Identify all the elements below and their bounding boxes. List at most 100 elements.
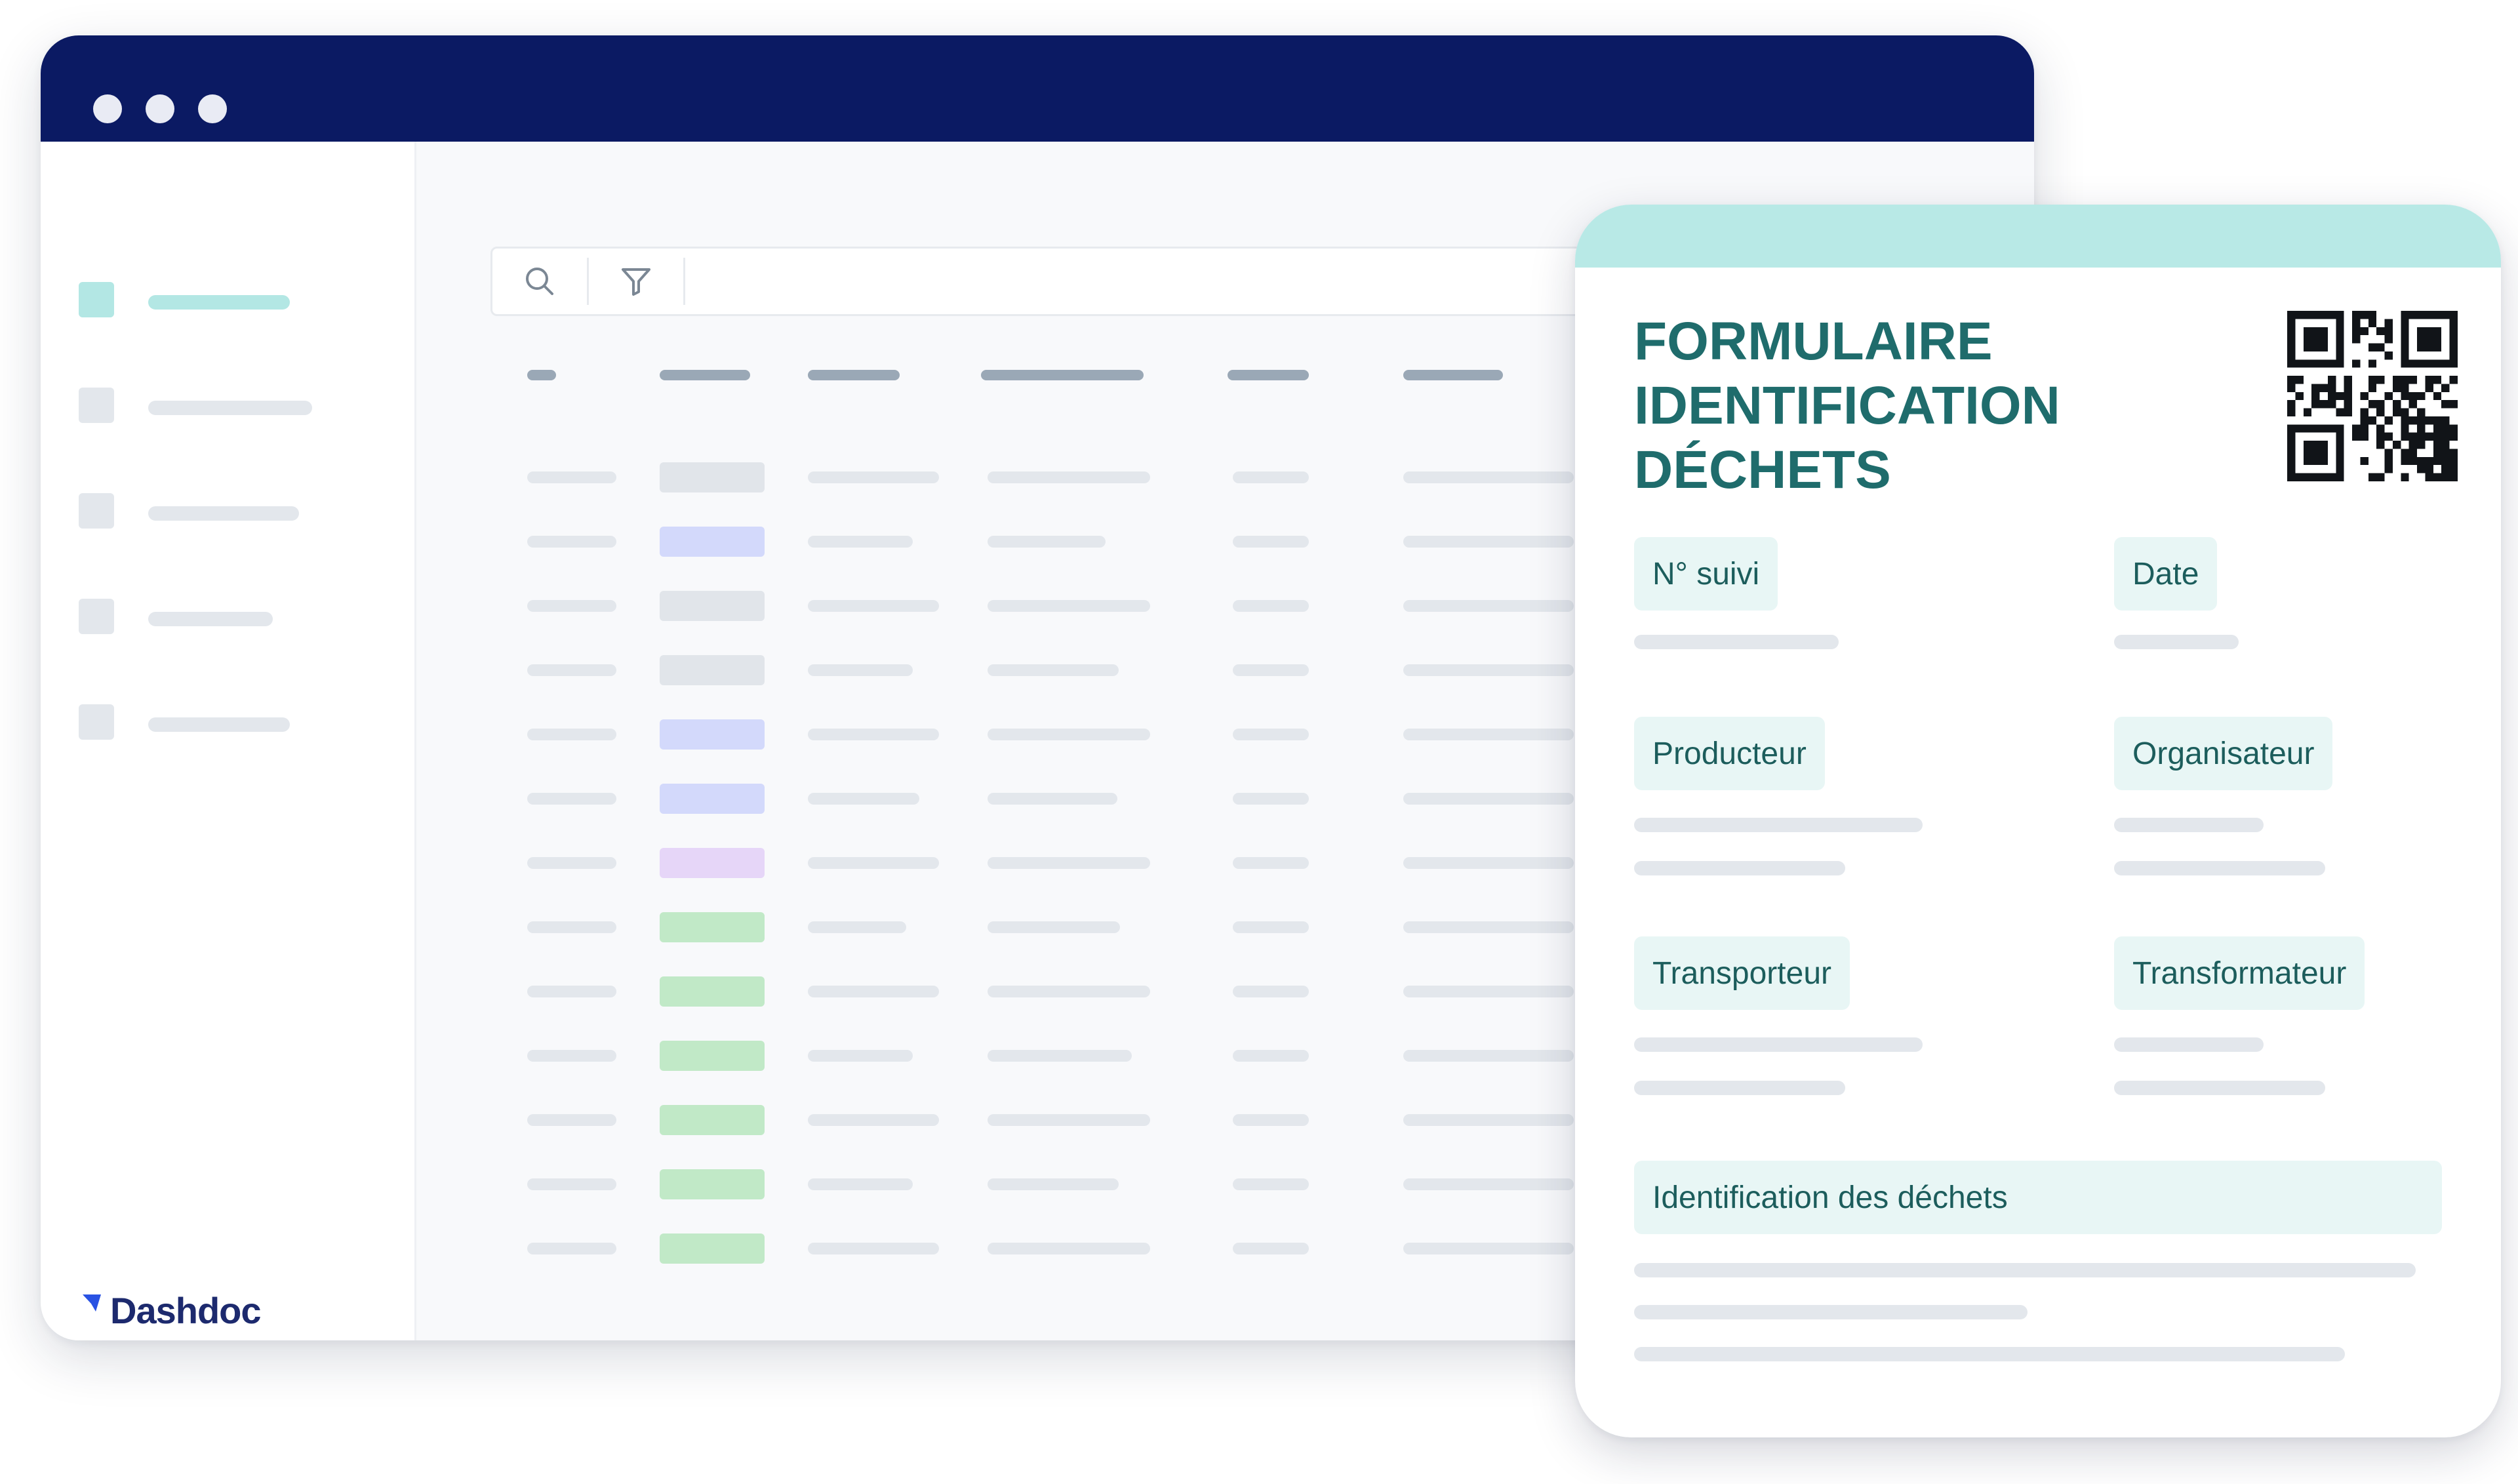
waste-identification-label: Identification des déchets xyxy=(1634,1161,2442,1234)
tracking-number-value xyxy=(1634,635,1839,649)
tracking-number-label: N° suivi xyxy=(1634,537,1778,611)
table-cell-placeholder xyxy=(1403,536,1574,548)
date-value xyxy=(2114,635,2239,649)
organizer-value-line xyxy=(2114,818,2264,832)
table-cell-placeholder xyxy=(1233,857,1309,869)
form-title: FORMULAIRE IDENTIFICATION DÉCHETS xyxy=(1634,310,2224,502)
table-cell-placeholder xyxy=(527,600,616,612)
table-cell-placeholder xyxy=(808,1114,939,1126)
table-cell-placeholder xyxy=(527,1050,616,1062)
sidebar-item-2[interactable] xyxy=(79,388,380,423)
table-cell-placeholder xyxy=(1403,1243,1574,1254)
table-cell-placeholder xyxy=(527,729,616,740)
sidebar-item-icon xyxy=(79,282,114,317)
sidebar-item-label-placeholder xyxy=(148,295,290,310)
form-title-line: FORMULAIRE xyxy=(1634,311,1993,371)
waste-identification-line xyxy=(1634,1305,2028,1319)
table-cell-placeholder xyxy=(1233,1178,1309,1190)
table-cell-placeholder xyxy=(808,921,906,933)
brand-logo[interactable]: Dashdoc xyxy=(81,1284,261,1336)
table-header-2[interactable] xyxy=(660,370,750,380)
sidebar-item-3[interactable] xyxy=(79,493,380,529)
carrier-label: Transporteur xyxy=(1634,936,1850,1010)
table-cell-placeholder xyxy=(1403,1114,1574,1126)
table-cell-placeholder xyxy=(988,921,1120,933)
table-cell-placeholder xyxy=(1403,664,1574,676)
sidebar-item-4[interactable] xyxy=(79,599,380,634)
sidebar-item-label-placeholder xyxy=(148,401,312,415)
table-cell-placeholder xyxy=(988,729,1150,740)
status-badge xyxy=(660,1105,765,1135)
table-header-3[interactable] xyxy=(808,370,900,380)
sidebar-item-icon xyxy=(79,493,114,529)
processor-value-line xyxy=(2114,1037,2264,1052)
brand-name: Dashdoc xyxy=(110,1289,261,1331)
table-cell-placeholder xyxy=(527,1114,616,1126)
table-cell-placeholder xyxy=(527,1178,616,1190)
filter-button[interactable] xyxy=(589,249,683,314)
table-cell-placeholder xyxy=(1403,600,1574,612)
sidebar-item-icon xyxy=(79,704,114,740)
status-badge xyxy=(660,976,765,1007)
window-dot-minimize[interactable] xyxy=(146,94,174,123)
search-button[interactable] xyxy=(492,249,587,314)
table-cell-placeholder xyxy=(1233,600,1309,612)
table-cell-placeholder xyxy=(808,471,939,483)
table-cell-placeholder xyxy=(527,986,616,997)
waste-form-card: FORMULAIRE IDENTIFICATION DÉCHETS N° sui… xyxy=(1575,205,2501,1437)
dashdoc-logo-icon xyxy=(83,1294,101,1312)
table-header-6[interactable] xyxy=(1403,370,1503,380)
table-cell-placeholder xyxy=(1403,986,1574,997)
table-cell-placeholder xyxy=(808,857,939,869)
table-cell-placeholder xyxy=(1403,729,1574,740)
table-cell-placeholder xyxy=(808,1050,913,1062)
table-cell-placeholder xyxy=(1233,921,1309,933)
table-header-4[interactable] xyxy=(981,370,1144,380)
table-cell-placeholder xyxy=(988,793,1117,805)
table-cell-placeholder xyxy=(1233,471,1309,483)
producer-value-line xyxy=(1634,861,1845,875)
search-icon xyxy=(526,268,553,295)
table-header-5[interactable] xyxy=(1228,370,1309,380)
table-cell-placeholder xyxy=(527,536,616,548)
table-header-1[interactable] xyxy=(527,370,556,380)
table-cell-placeholder xyxy=(1233,1114,1309,1126)
date-label: Date xyxy=(2114,537,2218,611)
sidebar-item-1[interactable] xyxy=(79,282,380,317)
table-cell-placeholder xyxy=(808,986,939,997)
table-cell-placeholder xyxy=(808,729,939,740)
table-cell-placeholder xyxy=(808,664,913,676)
sidebar-item-icon xyxy=(79,599,114,634)
table-cell-placeholder xyxy=(988,664,1119,676)
table-cell-placeholder xyxy=(1233,1050,1309,1062)
table-cell-placeholder xyxy=(808,1178,913,1190)
table-cell-placeholder xyxy=(808,793,919,805)
organizer-value-line xyxy=(2114,861,2325,875)
table-cell-placeholder xyxy=(1403,1178,1574,1190)
card-header-band xyxy=(1575,205,2501,268)
status-badge xyxy=(660,784,765,814)
table-cell-placeholder xyxy=(988,600,1150,612)
status-badge xyxy=(660,719,765,750)
form-title-line: DÉCHETS xyxy=(1634,440,1891,500)
status-badge xyxy=(660,1233,765,1264)
waste-identification-line xyxy=(1634,1347,2345,1361)
status-badge xyxy=(660,912,765,942)
processor-value-line xyxy=(2114,1081,2325,1095)
table-cell-placeholder xyxy=(1233,986,1309,997)
sidebar-item-label-placeholder xyxy=(148,506,299,521)
table-cell-placeholder xyxy=(1403,793,1574,805)
producer-label: Producteur xyxy=(1634,717,1825,790)
sidebar-item-5[interactable] xyxy=(79,704,380,740)
window-dot-close[interactable] xyxy=(93,94,122,123)
table-cell-placeholder xyxy=(808,1243,939,1254)
window-dot-maximize[interactable] xyxy=(198,94,227,123)
status-badge xyxy=(660,848,765,878)
form-title-line: IDENTIFICATION xyxy=(1634,376,2060,435)
table-cell-placeholder xyxy=(988,986,1150,997)
table-cell-placeholder xyxy=(988,1050,1132,1062)
status-badge xyxy=(660,527,765,557)
sidebar: Dashdoc xyxy=(41,142,416,1340)
table-cell-placeholder xyxy=(988,536,1106,548)
carrier-value-line xyxy=(1634,1081,1845,1095)
